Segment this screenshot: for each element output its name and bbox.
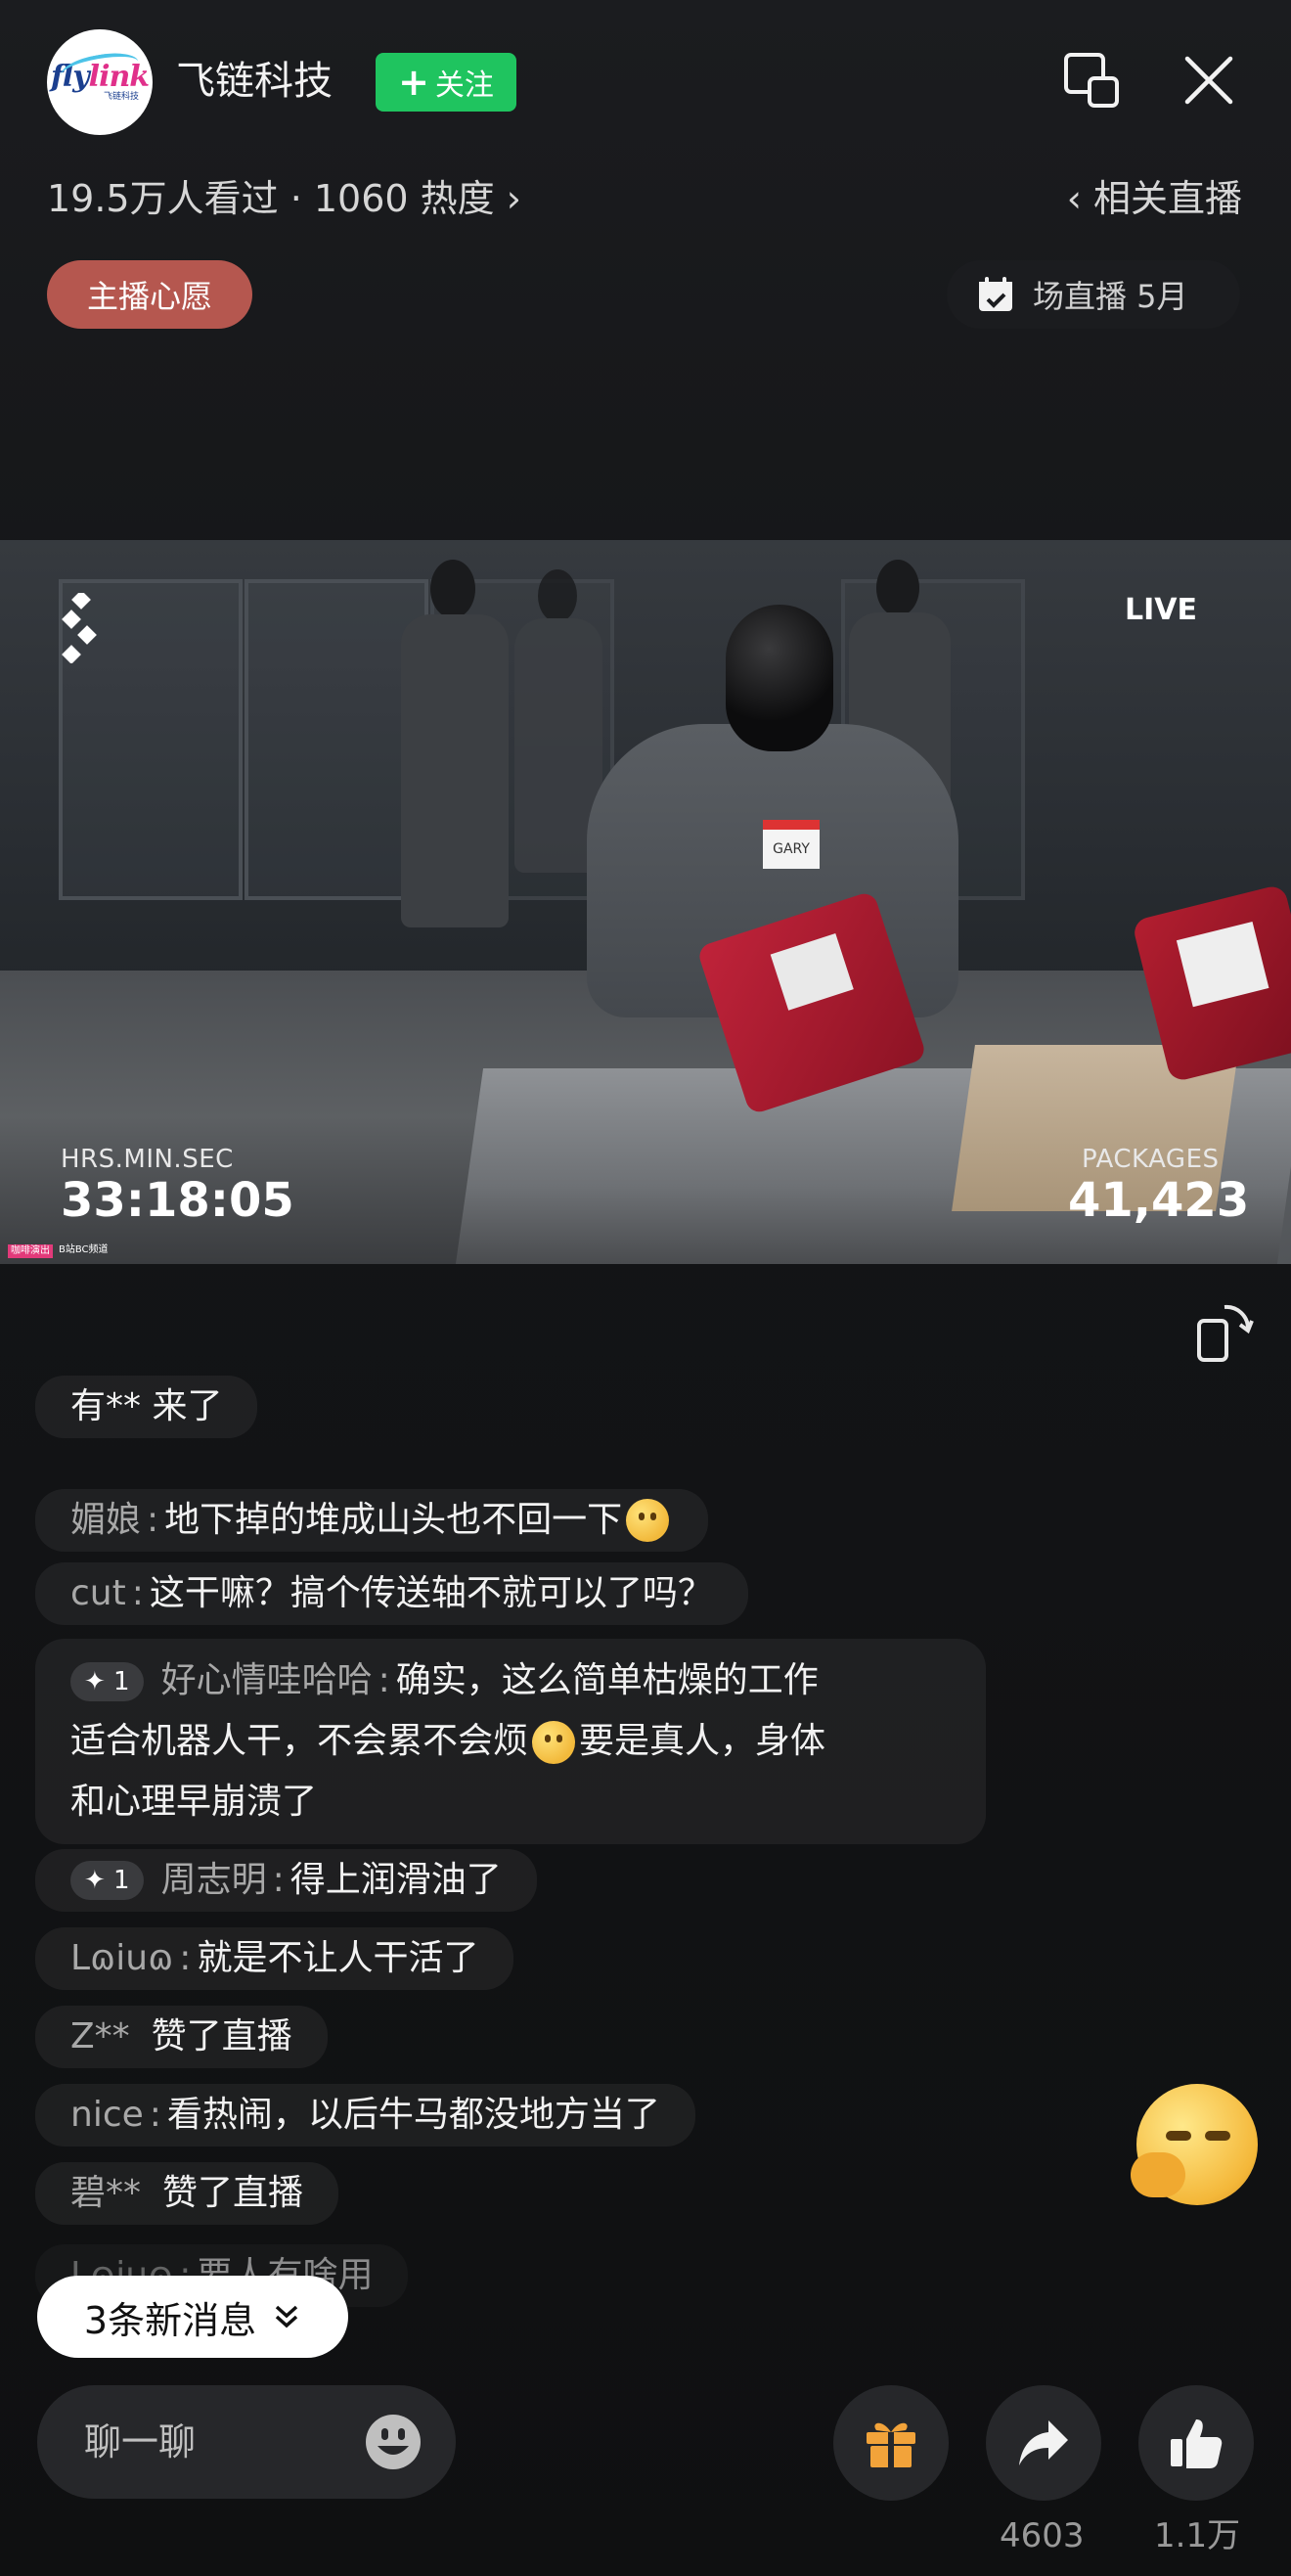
share-count: 4603: [1000, 2516, 1085, 2555]
grin-emoji-icon: [626, 1499, 670, 1542]
window-icon[interactable]: [1062, 51, 1121, 110]
packages-label: PACKAGES: [1082, 1145, 1220, 1174]
live-room-page: flylink 飞链科技 飞链科技 + 关注 19.5万人看过 · 1060 热…: [0, 0, 1291, 2576]
gift-button[interactable]: [833, 2385, 949, 2501]
video-watermark: 咖啡演出 B站BC频道: [8, 1244, 109, 1258]
fan-level-badge: ✦ 1: [70, 1662, 144, 1701]
chat-separator: :: [149, 2095, 161, 2135]
chat-username[interactable]: Lɷiuɷ: [70, 1927, 173, 1990]
host-wish-button[interactable]: 主播心愿: [47, 260, 252, 329]
host-name[interactable]: 飞链科技: [176, 53, 333, 110]
smile-icon[interactable]: [364, 2413, 423, 2471]
chat-text: 地下掉的堆成山头也不回一下: [164, 1500, 623, 1540]
chat-message[interactable]: 碧** 赞了直播: [35, 2162, 339, 2225]
share-button[interactable]: [986, 2385, 1101, 2501]
humanoid-robot-head: [726, 605, 833, 751]
host-avatar[interactable]: flylink 飞链科技: [47, 29, 153, 135]
timer-value: 33:18:05: [61, 1173, 294, 1228]
schedule-label: 场直播 5月: [1033, 278, 1188, 315]
laugh-emoji-icon: [532, 1721, 576, 1764]
chat-username[interactable]: nice: [70, 2084, 144, 2147]
like-count: 1.1万: [1154, 2516, 1241, 2555]
chat-message[interactable]: Z** 赞了直播: [35, 2006, 328, 2068]
chat-text: 看热闹，以后牛马都没地方当了: [166, 2095, 660, 2135]
close-icon[interactable]: [1181, 53, 1236, 108]
follow-button[interactable]: + 关注: [376, 53, 516, 112]
robot-brand-logo-icon: [62, 593, 97, 663]
gift-icon: [867, 2422, 915, 2467]
follow-label: 关注: [434, 68, 494, 103]
schedule-pill[interactable]: 场直播 5月: [947, 260, 1240, 329]
chevron-down-icon: [275, 2305, 298, 2328]
chat-message[interactable]: cut: 这干嘛？搞个传送轴不就可以了吗？: [35, 1562, 748, 1625]
chat-username[interactable]: Z**: [70, 2006, 130, 2068]
like-button[interactable]: [1138, 2385, 1254, 2501]
calendar-icon: [979, 277, 1012, 311]
chat-message[interactable]: ✦ 1 周志明: 得上润滑油了: [35, 1849, 537, 1912]
chat-message[interactable]: ✦ 1 好心情哇哈哈: 确实，这么简单枯燥的工作 适合机器人干，不会累不会烦 要是真人…: [35, 1639, 986, 1844]
chat-username[interactable]: 媚娘: [70, 1489, 141, 1552]
chat-text: 要是真人，身体: [579, 1721, 826, 1761]
chat-username[interactable]: 周志明: [161, 1849, 267, 1912]
avatar-logo-sub: 飞链科技: [103, 92, 139, 102]
chat-separator: :: [179, 1938, 192, 1978]
watermark-left: 咖啡演出: [8, 1244, 53, 1258]
chat-text: 确实，这么简单枯燥的工作: [395, 1660, 819, 1700]
chat-text: 赞了直播: [162, 2173, 304, 2213]
robot-name-tag: GARY: [763, 820, 820, 869]
chat-text: 赞了直播: [151, 2016, 292, 2056]
thumbs-up-icon: [1171, 2419, 1223, 2468]
chat-separator: :: [131, 1573, 144, 1613]
chat-separator: :: [147, 1500, 159, 1540]
chat-input-placeholder: 聊一聊: [84, 2420, 197, 2463]
chat-text: 适合机器人干，不会累不会烦: [70, 1721, 529, 1761]
new-messages-button[interactable]: 3条新消息: [37, 2276, 348, 2358]
entry-notice: 有** 来了: [35, 1376, 258, 1438]
rotate-screen-icon[interactable]: [1195, 1301, 1254, 1364]
live-indicator: LIVE: [1125, 593, 1197, 627]
chat-message[interactable]: Lɷiuɷ: 就是不让人干活了: [35, 1927, 514, 1990]
new-messages-label: 3条新消息: [83, 2298, 257, 2342]
chat-username[interactable]: 碧**: [70, 2162, 141, 2225]
thinking-emoji-icon[interactable]: [1131, 2084, 1258, 2205]
chat-text: 得上润滑油了: [289, 1860, 502, 1900]
view-stats[interactable]: 19.5万人看过 · 1060 热度 ›: [47, 172, 521, 225]
chat-text: 就是不让人干活了: [197, 1938, 479, 1978]
related-live-link[interactable]: ‹ 相关直播: [1067, 172, 1242, 225]
chat-username[interactable]: 好心情哇哈哈: [161, 1660, 373, 1700]
timer-label: HRS.MIN.SEC: [61, 1145, 234, 1174]
chat-message[interactable]: 媚娘: 地下掉的堆成山头也不回一下: [35, 1489, 709, 1552]
watermark-right: B站BC频道: [59, 1244, 109, 1255]
plus-icon: +: [398, 61, 429, 104]
fan-level-badge: ✦ 1: [70, 1861, 144, 1900]
share-icon: [1019, 2420, 1068, 2465]
chat-text: 这干嘛？搞个传送轴不就可以了吗？: [149, 1573, 713, 1613]
chat-text: 和心理早崩溃了: [70, 1782, 318, 1822]
chat-input[interactable]: 聊一聊: [37, 2385, 456, 2499]
chat-separator: :: [272, 1860, 285, 1900]
chat-username[interactable]: cut: [70, 1562, 126, 1625]
chat-separator: :: [378, 1660, 390, 1700]
chat-message[interactable]: nice: 看热闹，以后牛马都没地方当了: [35, 2084, 695, 2147]
packages-value: 41,423: [1068, 1173, 1250, 1228]
